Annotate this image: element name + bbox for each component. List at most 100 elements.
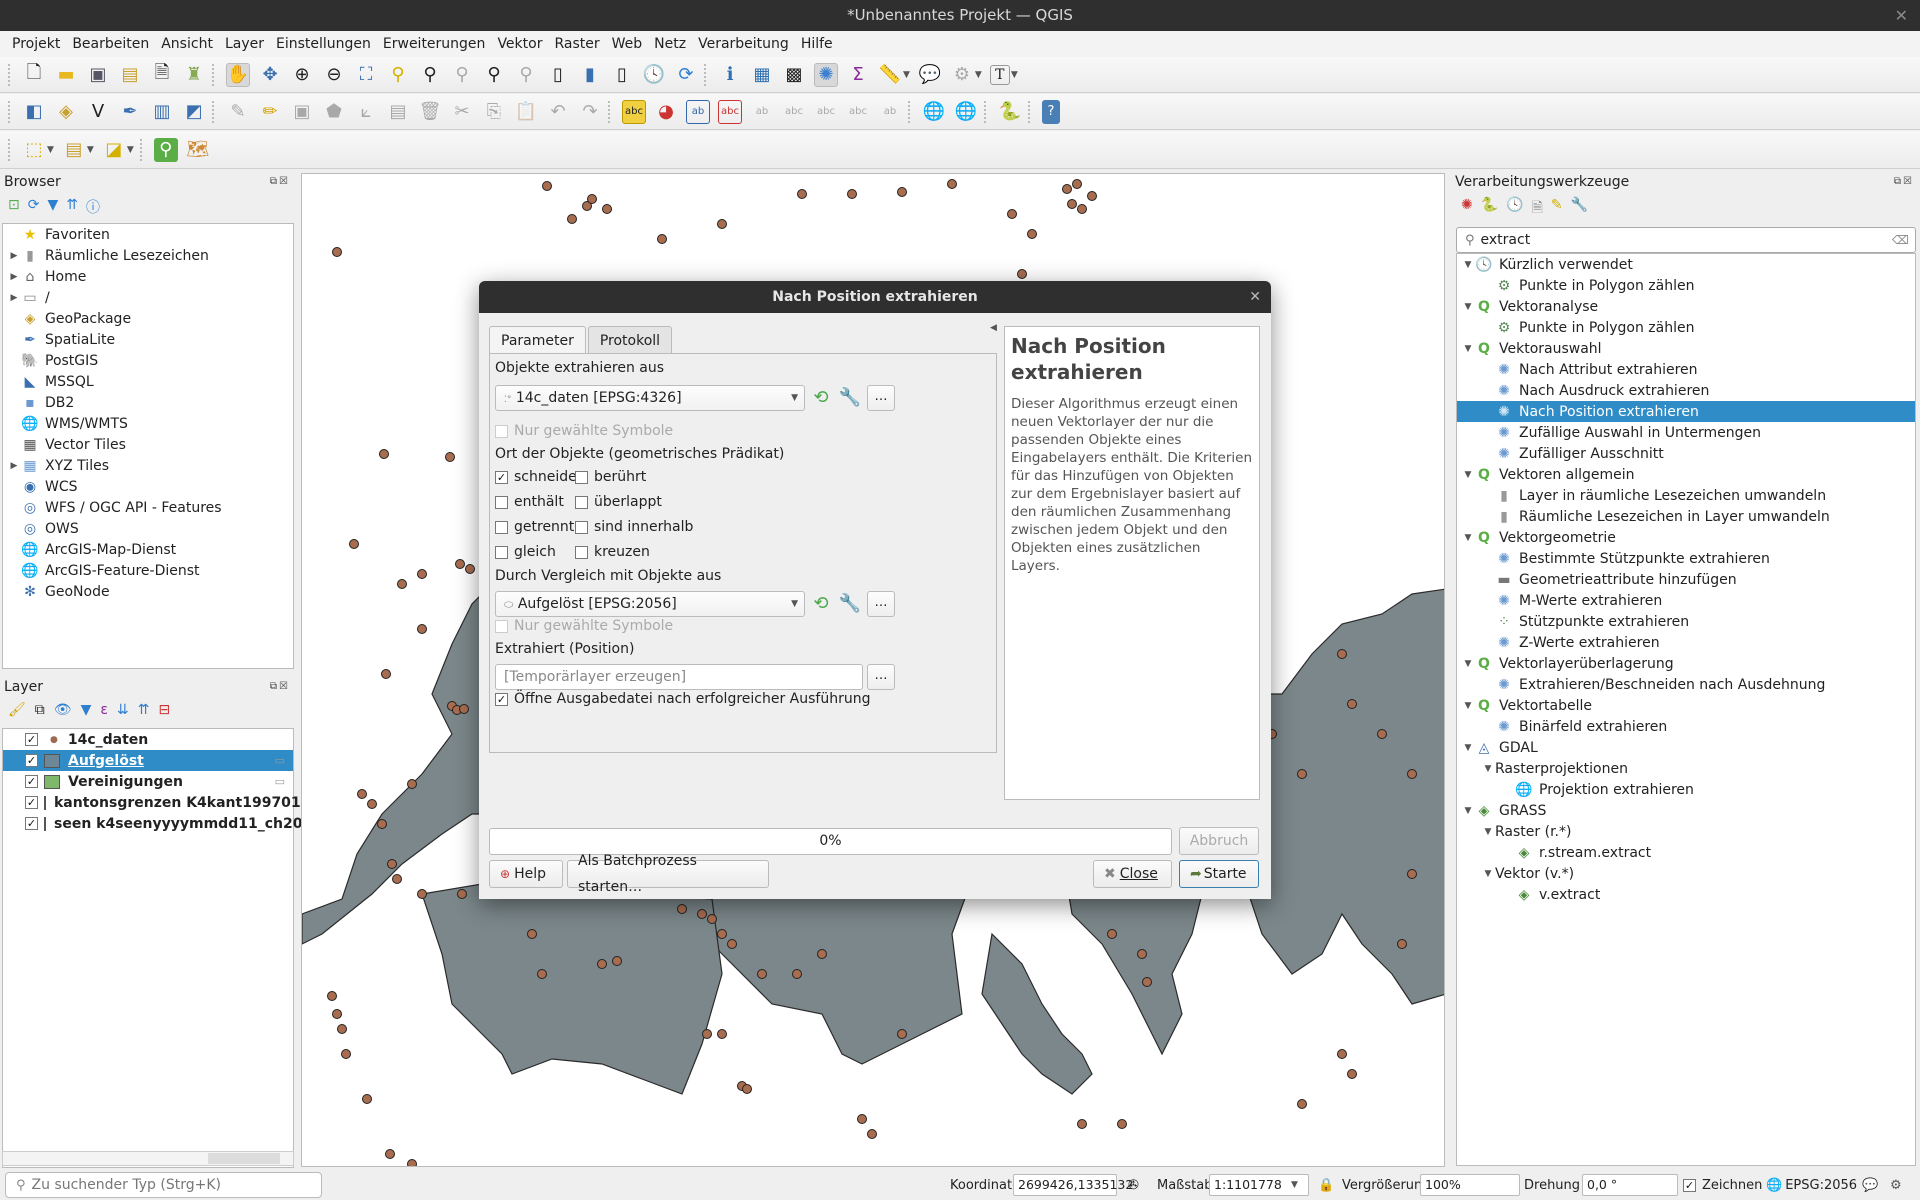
expand-arrow-icon[interactable]: ▶ [7, 272, 21, 282]
collapse-all-icon[interactable]: ⇈ [66, 197, 78, 217]
new-virtual-layer-icon[interactable]: ◩ [182, 100, 206, 124]
chevron-down-icon[interactable]: ▼ [1461, 701, 1475, 711]
rotate-label-icon[interactable]: abc [814, 100, 838, 124]
layer-visibility-checkbox[interactable]: ✓ [25, 754, 38, 767]
georeferencer-icon[interactable]: 🗺 [186, 138, 210, 162]
chevron-down-icon[interactable]: ▼ [1481, 764, 1495, 774]
compare-browse-button[interactable]: … [867, 591, 895, 617]
layer-visibility-checkbox[interactable]: ✓ [25, 733, 38, 746]
deselect-features-icon[interactable]: ◪ [102, 138, 126, 162]
layer-tree-hscrollbar[interactable] [2, 1151, 294, 1166]
new-bookmark-icon[interactable]: ▮ [578, 63, 602, 87]
input-layer-combo[interactable]: ⁚° 14c_daten [EPSG:4326] ▼ [495, 385, 805, 411]
panel-float-close-icons[interactable]: ⧉☒ [270, 176, 290, 187]
browser-item-wcs[interactable]: ◉ WCS [3, 476, 293, 497]
processing-item[interactable]: ▼ Rasterprojektionen [1457, 758, 1915, 779]
processing-group[interactable]: ▼ Q Vektoren allgemein [1457, 464, 1915, 485]
processing-group[interactable]: ▼ Q Vektoranalyse [1457, 296, 1915, 317]
menu-bearbeiten[interactable]: Bearbeiten [66, 36, 155, 52]
toolbar-grip[interactable] [8, 63, 12, 86]
toolbar-grip[interactable] [8, 100, 12, 123]
expand-arrow-icon[interactable]: ▶ [7, 293, 21, 303]
delete-selected-icon[interactable]: 🗑 [418, 100, 442, 124]
zoom-out-icon[interactable]: ⊖ [322, 63, 346, 87]
menu-ansicht[interactable]: Ansicht [155, 36, 219, 52]
browser-item-spatialite[interactable]: ✒ SpatiaLite [3, 329, 293, 350]
annotation-icon[interactable]: ⚙ [950, 63, 974, 87]
menu-erweiterungen[interactable]: Erweiterungen [377, 36, 492, 52]
layer-item[interactable]: ✓ kantonsgrenzen K4kant19970101 [3, 792, 320, 813]
map-tips-icon[interactable]: 💬 [918, 63, 942, 87]
menu-projekt[interactable]: Projekt [6, 36, 66, 52]
browser-item-ows[interactable]: ◎ OWS [3, 518, 293, 539]
processing-group[interactable]: ▼ ◬ GDAL [1457, 737, 1915, 758]
compare-selected-only-checkbox[interactable]: Nur gewählte Symbole [495, 618, 673, 634]
show-hide-labels-icon[interactable]: ab [750, 100, 774, 124]
chevron-down-icon[interactable]: ▼ [1461, 302, 1475, 312]
window-close-icon[interactable]: ✕ [1895, 0, 1908, 31]
processing-group[interactable]: ▼ Q Vektortabelle [1457, 695, 1915, 716]
wrench-icon[interactable]: 🔧 [837, 591, 863, 617]
processing-group[interactable]: ▼ Q Vektorgeometrie [1457, 527, 1915, 548]
processing-item[interactable]: ✺ Nach Attribut extrahieren [1457, 359, 1915, 380]
chevron-down-icon[interactable]: ▼ [1481, 869, 1495, 879]
tab-protokoll[interactable]: Protokoll [587, 326, 673, 355]
open-project-icon[interactable]: ▬ [54, 63, 78, 87]
processing-group[interactable]: ▼ ◈ GRASS [1457, 800, 1915, 821]
open-output-checkbox[interactable]: ✓ Öffne Ausgabedatei nach erfolgreicher A… [495, 691, 870, 707]
expand-arrow-icon[interactable]: ▶ [7, 251, 21, 261]
browser-item-postgis[interactable]: 🐘 PostGIS [3, 350, 293, 371]
toggle-editing-icon[interactable]: ✏ [258, 100, 282, 124]
add-selected-icon[interactable]: ⊡ [8, 197, 20, 217]
collapse-help-icon[interactable]: ◀ [990, 323, 997, 333]
toolbar-grip[interactable] [212, 100, 216, 123]
edit-features-in-place-icon[interactable]: ✎ [1551, 197, 1563, 221]
zoom-native-icon[interactable]: ⚲ [450, 63, 474, 87]
panel-float-close-icons[interactable]: ⧉☒ [270, 681, 290, 692]
copy-features-icon[interactable]: ⎘ [482, 100, 506, 124]
metasearch-icon[interactable]: 🌐 [954, 100, 978, 124]
menu-web[interactable]: Web [606, 36, 649, 52]
browser-item-mssql[interactable]: ◣ MSSQL [3, 371, 293, 392]
help-contents-icon[interactable]: ? [1042, 99, 1060, 124]
toolbar-grip[interactable] [1028, 100, 1032, 123]
identify-icon[interactable]: ℹ [718, 63, 742, 87]
cut-features-icon[interactable]: ✂ [450, 100, 474, 124]
help-button[interactable]: ⊕ Help [489, 860, 563, 888]
expand-all-icon[interactable]: ⇊ [117, 702, 129, 718]
add-feature-icon[interactable]: ⬟ [322, 100, 346, 124]
toolbar-grip[interactable] [139, 138, 144, 161]
style-manager-icon[interactable]: ♜ [182, 63, 206, 87]
compare-layer-combo[interactable]: ⬭ Aufgelöst [EPSG:2056] ▼ [495, 591, 805, 617]
layer-visibility-checkbox[interactable]: ✓ [25, 796, 38, 809]
browser-item-home[interactable]: ▶ ⌂ Home [3, 266, 293, 287]
processing-item[interactable]: ▮ Layer in räumliche Lesezeichen umwandel… [1457, 485, 1915, 506]
label-properties-icon[interactable]: ab [878, 100, 902, 124]
chevron-down-icon[interactable]: ▼ [1481, 827, 1495, 837]
predicate-schneidet[interactable]: ✓ schneidet [495, 469, 582, 485]
menu-netz[interactable]: Netz [648, 36, 692, 52]
embedded-widget-icon[interactable]: ▭ [275, 754, 285, 767]
undo-icon[interactable]: ↶ [546, 100, 570, 124]
messages-icon[interactable]: 💬 [1862, 1178, 1878, 1193]
expand-arrow-icon[interactable]: ▶ [7, 461, 21, 471]
processing-item[interactable]: ✺ Bestimmte Stützpunkte extrahieren [1457, 548, 1915, 569]
processing-item[interactable]: ✺ Nach Position extrahieren [1457, 401, 1915, 422]
chevron-down-icon[interactable]: ▼ [1461, 659, 1475, 669]
browser-item-arcgis-feature-dienst[interactable]: 🌐 ArcGIS-Feature-Dienst [3, 560, 293, 581]
label-icon[interactable]: abc [622, 99, 646, 124]
panel-float-close-icons[interactable]: ⧉☒ [1894, 176, 1914, 187]
toolbar-grip[interactable] [704, 63, 708, 86]
locator-search-input[interactable]: ⚲ Zu suchender Typ (Strg+K) [5, 1172, 322, 1198]
attribute-table-icon[interactable]: ▦ [750, 63, 774, 87]
menu-einstellungen[interactable]: Einstellungen [270, 36, 377, 52]
processing-item[interactable]: ✺ Extrahieren/Beschneiden nach Ausdehnung [1457, 674, 1915, 695]
temporal-controller-icon[interactable]: 🕓 [642, 63, 666, 87]
browser-item-arcgis-map-dienst[interactable]: 🌐 ArcGIS-Map-Dienst [3, 539, 293, 560]
zoom-to-selection-icon[interactable]: ⚲ [386, 63, 410, 87]
predicate-gleich[interactable]: gleich [495, 544, 556, 560]
text-annotation-icon[interactable]: T [989, 64, 1010, 85]
style-panel-icon[interactable]: 🖌 [8, 702, 26, 718]
clear-search-icon[interactable]: ⌫ [1892, 233, 1909, 247]
run-button[interactable]: ➦ Starte [1179, 860, 1259, 888]
